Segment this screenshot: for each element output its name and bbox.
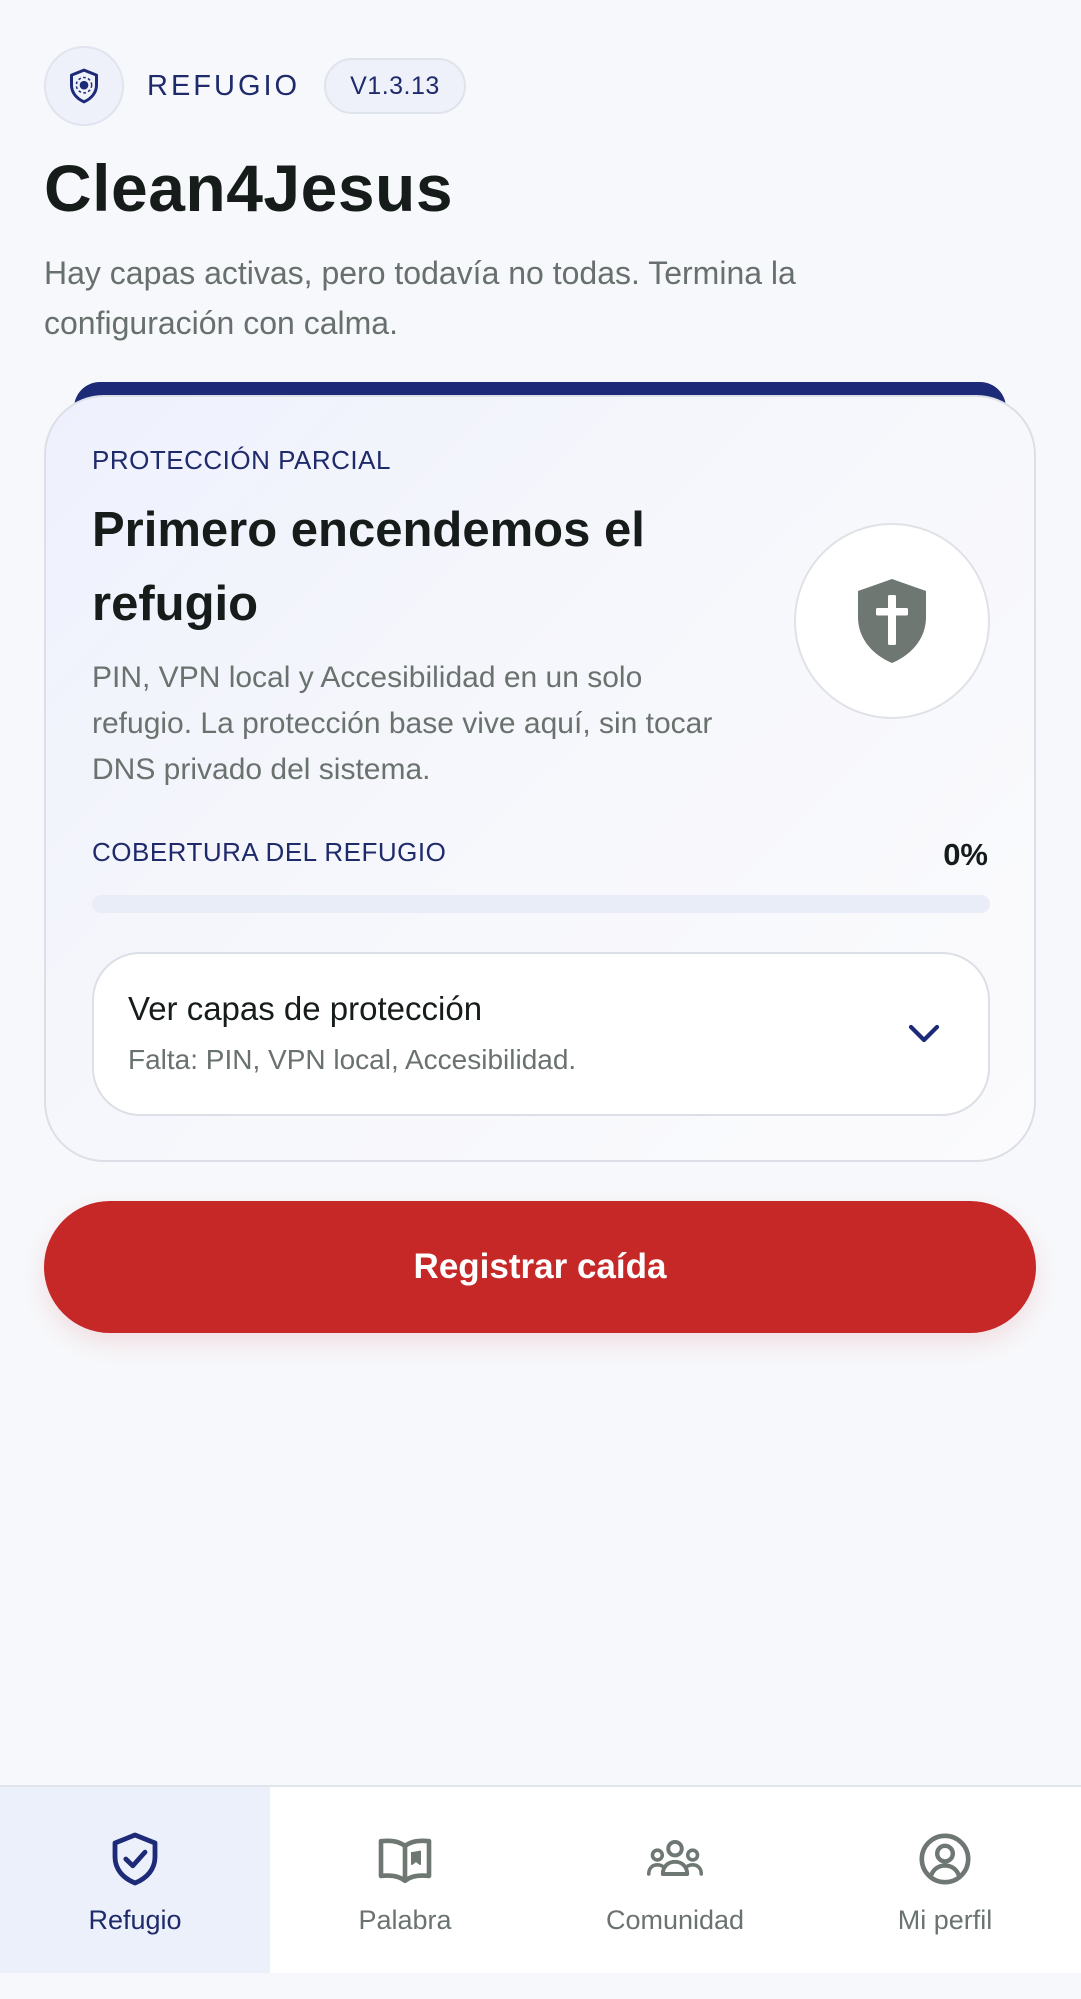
protection-status-badge: [794, 523, 990, 719]
community-icon: [645, 1829, 705, 1889]
nav-item-refugio[interactable]: Refugio: [0, 1787, 270, 1973]
nav-label-palabra: Palabra: [358, 1905, 452, 1935]
nav-item-palabra[interactable]: Palabra: [270, 1787, 540, 1973]
chevron-down-icon: [906, 1016, 942, 1052]
nav-item-comunidad[interactable]: Comunidad: [540, 1787, 810, 1973]
nav-label-refugio: Refugio: [88, 1905, 182, 1935]
coverage-label: COBERTURA DEL REFUGIO: [92, 837, 447, 867]
missing-layers-text: Falta: PIN, VPN local, Accesibilidad.: [128, 1044, 577, 1075]
protection-layers-title: Ver capas de protección: [128, 990, 483, 1027]
register-relapse-button[interactable]: Registrar caída: [44, 1201, 1036, 1333]
shield-check-icon: [105, 1829, 165, 1889]
coverage-percent: 0%: [943, 837, 988, 872]
app-header: REFUGIO V1.3.13: [44, 44, 466, 128]
system-gesture-area: [0, 1973, 1081, 1999]
nav-item-mi-perfil[interactable]: Mi perfil: [810, 1787, 1080, 1973]
protection-card: PROTECCIÓN PARCIAL Primero encendemos el…: [44, 395, 1036, 1162]
brand-label: REFUGIO: [147, 69, 301, 102]
version-badge: V1.3.13: [324, 58, 466, 114]
bottom-navigation: Refugio Palabra Comunidad Mi perfil: [0, 1785, 1081, 1973]
app-screen: REFUGIO V1.3.13 Clean4Jesus Hay capas ac…: [0, 0, 1081, 1999]
shield-radar-icon: [70, 68, 98, 104]
protection-status-label: PROTECCIÓN PARCIAL: [92, 445, 391, 475]
coverage-progress-bar: [92, 895, 990, 913]
shield-cross-icon: [858, 579, 926, 663]
nav-label-comunidad: Comunidad: [605, 1905, 745, 1935]
profile-icon: [915, 1829, 975, 1889]
protection-card-description: PIN, VPN local y Accesibilidad en un sol…: [92, 661, 713, 786]
nav-label-mi-perfil: Mi perfil: [897, 1905, 993, 1935]
protection-card-heading: Primero encendemos el refugio: [92, 503, 645, 631]
open-book-icon: [375, 1829, 435, 1889]
protection-layers-toggle[interactable]: Ver capas de protección Falta: PIN, VPN …: [92, 952, 990, 1116]
page-title: Clean4Jesus: [44, 151, 454, 225]
logo-badge: [44, 46, 124, 126]
page-subtitle: Hay capas activas, pero todavía no todas…: [44, 255, 796, 341]
